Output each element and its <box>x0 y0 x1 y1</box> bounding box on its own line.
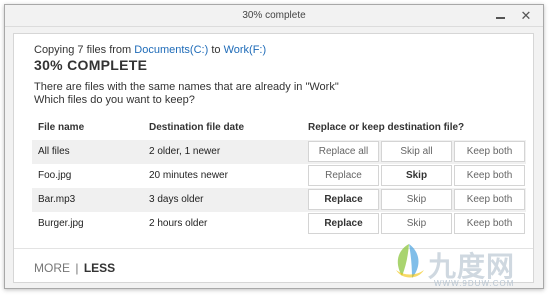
watermark-logo-icon <box>396 244 424 278</box>
copy-status-line: Copying 7 files from Documents(C:) to Wo… <box>34 44 266 56</box>
keep-both-button[interactable]: Keep both <box>454 189 525 210</box>
table-row-all-files: All files 2 older, 1 newer Replace all S… <box>32 140 526 164</box>
source-link[interactable]: Documents(C:) <box>134 44 208 56</box>
copy-prefix: Copying 7 files from <box>34 44 132 56</box>
table-row-foo: Foo.jpg 20 minutes newer Replace Skip Ke… <box>32 164 526 188</box>
file-name: All files <box>38 146 70 157</box>
progress-heading: 30% COMPLETE <box>34 57 148 73</box>
minimize-icon <box>495 17 505 19</box>
less-button[interactable]: LESS <box>84 261 115 275</box>
replace-button[interactable]: Replace <box>308 165 379 186</box>
skip-all-button[interactable]: Skip all <box>381 141 452 162</box>
skip-button[interactable]: Skip <box>381 165 452 186</box>
destination-link[interactable]: Work(F:) <box>224 44 267 56</box>
table-row-bar: Bar.mp3 3 days older Replace Skip Keep b… <box>32 188 526 212</box>
conflict-question: Which files do you want to keep? <box>34 94 195 106</box>
close-button[interactable]: ✕ <box>515 7 537 23</box>
more-less-separator: | <box>75 261 79 275</box>
keep-both-button[interactable]: Keep both <box>454 213 525 234</box>
keep-both-button[interactable]: Keep both <box>454 165 525 186</box>
table-row-burger: Burger.jpg 2 hours older Replace Skip Ke… <box>32 212 526 236</box>
destination-date: 2 hours older <box>149 218 208 229</box>
watermark-url: WWW.9DUW.COM <box>434 279 515 288</box>
replace-button[interactable]: Replace <box>308 213 379 234</box>
column-header-file-name: File name <box>38 122 85 133</box>
minimize-button[interactable] <box>489 7 511 23</box>
close-icon: ✕ <box>520 7 532 23</box>
skip-button[interactable]: Skip <box>381 213 452 234</box>
window-title: 30% complete <box>242 10 306 21</box>
copy-to: to <box>211 44 221 56</box>
column-header-destination-date: Destination file date <box>149 122 245 133</box>
file-name: Foo.jpg <box>38 170 72 181</box>
file-name: Burger.jpg <box>38 218 84 229</box>
destination-date: 2 older, 1 newer <box>149 146 221 157</box>
title-bar[interactable]: 30% complete ✕ <box>5 5 543 27</box>
more-button[interactable]: MORE <box>34 261 70 275</box>
replace-button[interactable]: Replace <box>308 189 379 210</box>
more-less-toggle: MORE | LESS <box>34 261 115 275</box>
replace-all-button[interactable]: Replace all <box>308 141 379 162</box>
skip-button[interactable]: Skip <box>381 189 452 210</box>
file-name: Bar.mp3 <box>38 194 76 205</box>
conflict-message: There are files with the same names that… <box>34 81 339 93</box>
destination-date: 20 minutes newer <box>149 170 228 181</box>
keep-both-all-button[interactable]: Keep both <box>454 141 525 162</box>
destination-date: 3 days older <box>149 194 204 205</box>
column-header-replace-or-keep: Replace or keep destination file? <box>308 122 465 133</box>
